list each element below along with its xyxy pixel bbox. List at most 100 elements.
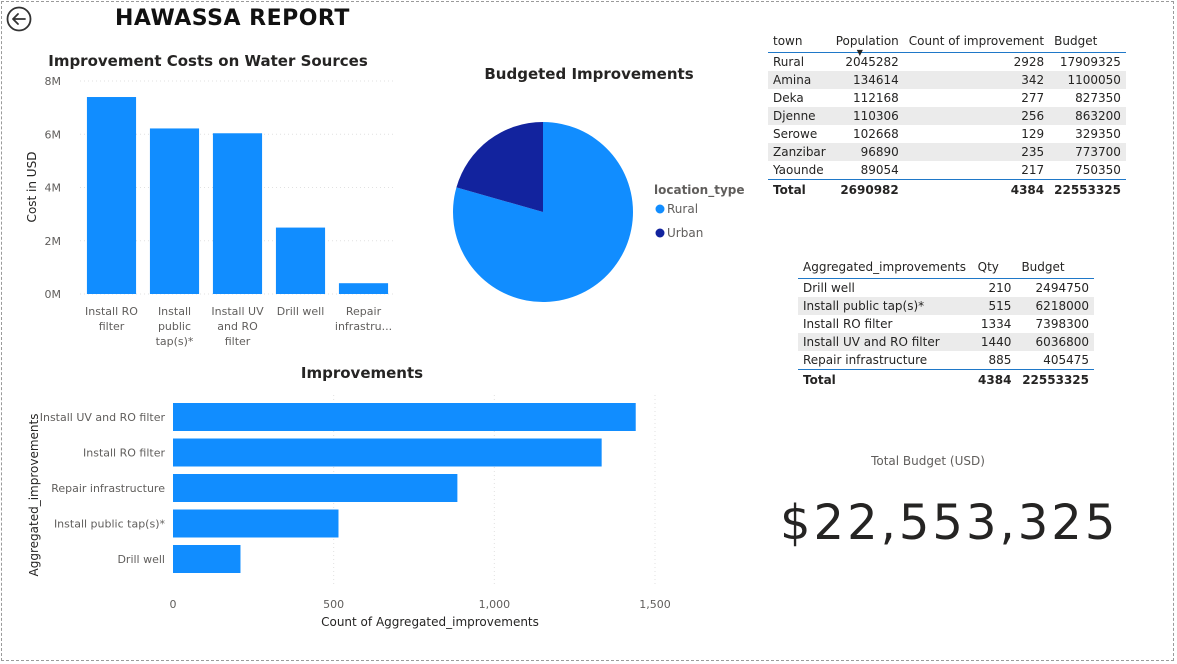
bar[interactable] [86,97,137,294]
column-header-population[interactable]: Population ▼ [830,30,904,57]
column-header-qty[interactable]: Qty [972,256,1017,279]
improvements-chart-title: Improvements [301,364,423,382]
table-cell: 1334 [980,317,1012,331]
total-budget: 22553325 [1016,369,1094,390]
total-qty: 4384 [972,369,1017,390]
bar[interactable] [212,133,263,294]
x-tick-label: filter [225,335,251,348]
table-cell: 1100050 [1049,71,1126,89]
y-tick-label: Install RO filter [83,447,165,460]
table-cell: 112168 [852,91,899,105]
table-cell: 17909325 [1059,55,1121,69]
y-tick-label: 0M [45,288,62,301]
table-cell: 217 [1021,163,1045,177]
table-cell: 1440 [972,333,1017,351]
table-cell: 405475 [1043,353,1089,367]
table-cell: 863200 [1049,107,1126,125]
table-cell: 210 [988,281,1012,295]
bar[interactable] [149,128,200,294]
budgeted-improvements-chart-title: Budgeted Improvements [484,65,693,83]
bar[interactable] [173,403,636,431]
table-cell: Zanzibar [768,143,831,161]
table-row[interactable]: Rural 2045282 2928 17909325 [768,53,1126,72]
table-cell: 277 [1021,91,1045,105]
bar[interactable] [275,227,326,294]
x-tick-label: Drill well [277,305,325,318]
table-cell: Drill well [803,281,855,295]
table-row[interactable]: Amina 134614 342 1100050 [768,71,1126,89]
kpi-label: Total Budget (USD) [871,454,985,468]
table-row[interactable]: Djenne 110306 256 863200 [768,107,1126,125]
improvement-costs-chart-title: Improvement Costs on Water Sources [48,52,368,70]
bar[interactable] [338,283,389,294]
legend-marker-icon [655,228,665,238]
column-header-count-of-improvement[interactable]: Count of improvement [903,30,1050,53]
town-table: town Population ▼ Count of improvement Bu… [768,30,1126,200]
table-cell: 342 [903,71,1050,89]
x-tick-label: 1,500 [639,598,671,611]
column-header-budget[interactable]: Budget [1049,30,1126,53]
legend-label[interactable]: Rural [667,202,698,216]
table-cell: 515 [972,297,1017,315]
x-tick-label: tap(s)* [156,335,194,348]
table-cell: Install UV and RO filter [798,333,973,351]
y-tick-label: Drill well [117,553,165,566]
legend-marker-icon [655,204,665,214]
table-cell: 235 [903,143,1050,161]
y-tick-label: 4M [45,182,62,195]
table-cell: Install RO filter [803,317,893,331]
x-tick-label: Repair [346,305,382,318]
bar[interactable] [173,438,602,467]
aggregated-improvements-table: Aggregated_improvements Qty Budget Drill… [798,256,1094,390]
total-budget: 22553325 [1049,179,1126,200]
x-tick-label: infrastru... [335,320,392,333]
kpi-value: $22,553,325 [780,495,1119,551]
x-tick-label: 0 [170,598,177,611]
y-tick-label: Repair infrastructure [51,482,165,495]
column-header-town[interactable]: town [768,30,831,53]
table-row[interactable]: Zanzibar 96890 235 773700 [768,143,1126,161]
table-cell: 89054 [860,163,899,177]
total-count: 4384 [903,179,1050,200]
column-header-aggregated-improvements[interactable]: Aggregated_improvements [798,256,973,279]
improvement-costs-y-axis-label: Cost in USD [25,152,39,223]
total-label: Total [798,369,973,390]
y-tick-label: Install UV and RO filter [40,411,166,424]
table-cell: 102668 [852,127,899,141]
table-cell: Djenne [768,107,831,125]
bar[interactable] [173,509,339,538]
table-row[interactable]: Serowe 102668 129 329350 [768,125,1126,143]
table-cell: 773700 [1049,143,1126,161]
bar[interactable] [173,545,241,573]
table-row[interactable]: Install UV and RO filter 1440 6036800 [798,333,1094,351]
x-tick-label: 1,000 [479,598,511,611]
improvements-y-axis-label: Aggregated_improvements [27,414,41,577]
table-cell: 2494750 [1035,281,1089,295]
back-arrow-icon[interactable] [6,6,32,32]
table-row[interactable]: Repair infrastructure 885 405475 [798,351,1094,370]
y-tick-label: 2M [45,235,62,248]
table-cell: Amina [768,71,831,89]
sort-descending-icon: ▼ [856,48,863,57]
improvements-x-axis-label: Count of Aggregated_improvements [321,615,539,629]
table-row[interactable]: Yaounde 89054 217 750350 [768,161,1126,180]
table-cell: Yaounde [773,163,824,177]
table-cell: 129 [1021,127,1045,141]
x-tick-label: and RO [217,320,258,333]
table-cell: 134614 [830,71,904,89]
bar[interactable] [173,474,458,502]
table-cell: 7398300 [1035,317,1089,331]
table-cell: 827350 [1075,91,1121,105]
table-cell: Install public tap(s)* [798,297,973,315]
improvement-costs-chart: Improvement Costs on Water Sources Cost … [25,52,395,348]
table-cell: 750350 [1075,163,1121,177]
table-row[interactable]: Deka 112168 277 827350 [768,89,1126,107]
table-row[interactable]: Drill well 210 2494750 [798,279,1094,298]
legend-label[interactable]: Urban [667,226,703,240]
column-header-budget[interactable]: Budget [1016,256,1094,279]
table-row[interactable]: Install public tap(s)* 515 6218000 [798,297,1094,315]
table-row[interactable]: Install RO filter 1334 7398300 [798,315,1094,333]
report-title: HAWASSA REPORT [115,6,350,31]
x-tick-label: Install [158,305,191,318]
total-label: Total [768,179,831,200]
